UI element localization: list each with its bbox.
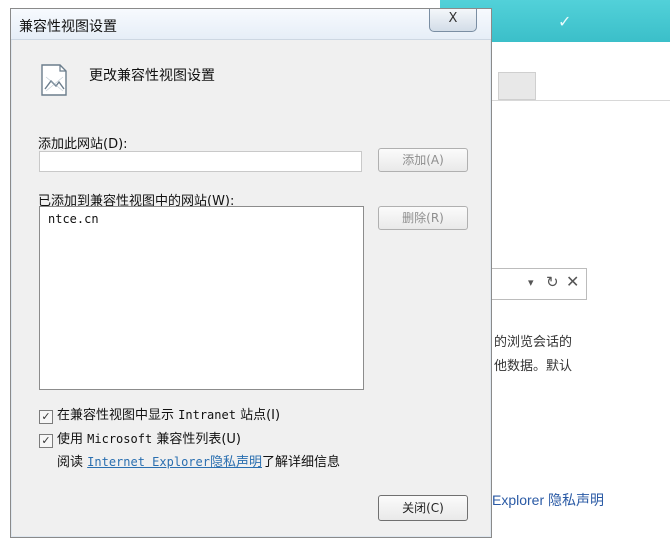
privacy-info-line: 阅读 Internet Explorer隐私声明了解详细信息 <box>57 451 340 470</box>
close-button[interactable]: 关闭(C) <box>378 495 468 521</box>
show-intranet-suffix: 站点(I) <box>240 408 281 423</box>
remove-button[interactable]: 删除(R) <box>378 206 468 230</box>
show-intranet-prefix: 在兼容性视图中显示 <box>57 408 175 423</box>
header-title: 更改兼容性视图设置 <box>89 68 215 84</box>
privacy-link-en[interactable]: Internet Explorer <box>87 455 210 469</box>
read-prefix: 阅读 <box>57 455 84 470</box>
sites-listbox[interactable]: ntce.cn <box>39 206 364 390</box>
page-image-icon <box>41 64 67 96</box>
use-ms-prefix: 使用 <box>57 432 84 447</box>
window-close-button[interactable]: X <box>429 9 477 32</box>
add-site-label: 添加此网站(D): <box>38 137 128 152</box>
use-ms-suffix: 兼容性列表(U) <box>156 432 241 447</box>
add-button[interactable]: 添加(A) <box>378 148 468 172</box>
dropdown-icon[interactable]: ▾ <box>528 276 534 289</box>
use-ms-list-option[interactable]: ✓ 使用 Microsoft 兼容性列表(U) <box>39 428 241 448</box>
show-intranet-option[interactable]: ✓ 在兼容性视图中显示 Intranet 站点(I) <box>39 404 280 424</box>
background-text-line-1: 的浏览会话的 <box>494 335 573 350</box>
read-suffix: 了解详细信息 <box>262 455 341 470</box>
chevron-down-icon: ✓ <box>558 12 572 31</box>
list-item[interactable]: ntce.cn <box>48 212 99 226</box>
close-icon[interactable]: ✕ <box>566 272 579 291</box>
add-site-input[interactable] <box>39 151 362 172</box>
dialog-title: 兼容性视图设置 <box>19 19 117 35</box>
dialog-titlebar: 兼容性视图设置 X <box>11 9 491 40</box>
background-tab[interactable] <box>498 72 536 100</box>
privacy-link-cn[interactable]: 隐私声明 <box>210 455 262 470</box>
use-ms-list-checkbox[interactable]: ✓ <box>39 434 53 448</box>
compatibility-view-dialog: 兼容性视图设置 X 更改兼容性视图设置 添加此网站(D): 添加(A) 已添加到… <box>10 8 492 538</box>
refresh-icon[interactable]: ↻ <box>546 273 559 291</box>
show-intranet-checkbox[interactable]: ✓ <box>39 410 53 424</box>
background-text-line-2: 他数据。默认 <box>494 359 573 374</box>
show-intranet-word: Intranet <box>178 408 236 422</box>
background-privacy-link[interactable]: Explorer 隐私声明 <box>492 490 604 510</box>
use-ms-word: Microsoft <box>87 432 153 446</box>
